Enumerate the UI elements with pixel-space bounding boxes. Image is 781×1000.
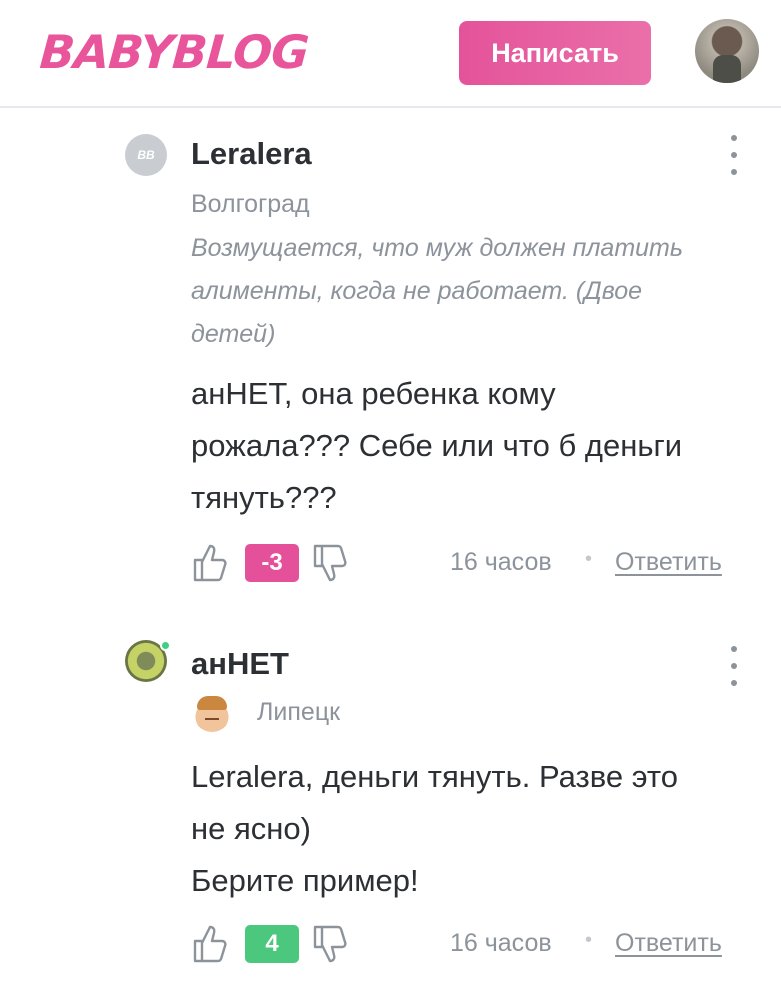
reply-link[interactable]: Ответить (615, 548, 722, 577)
comment-score: -3 (245, 544, 299, 582)
comment-actions: -3 16 часов • Ответить (191, 542, 741, 586)
author-name[interactable]: Leralera (191, 136, 312, 172)
author-name[interactable]: анНЕТ (191, 646, 289, 682)
comment-actions: 4 16 часов • Ответить (191, 923, 741, 967)
comment-time: 16 часов (450, 929, 552, 957)
write-post-button[interactable]: Написать (459, 21, 651, 85)
comment-text-line: Leralera, деньги тянуть. Разве это (191, 759, 678, 794)
user-avatar[interactable] (695, 19, 759, 83)
thumb-down-icon[interactable] (311, 542, 349, 584)
comment-text: анНЕТ, она ребенка кому рожала??? Себе и… (191, 368, 751, 524)
comment-text-line: Берите пример! (191, 863, 419, 898)
separator-dot: • (585, 929, 593, 951)
boy-face-icon (193, 694, 231, 732)
author-avatar[interactable]: BB (125, 134, 167, 176)
author-status-quote: Возмущается, что муж должен платить алим… (191, 234, 684, 348)
separator-dot: • (585, 548, 593, 570)
more-vertical-icon[interactable] (724, 646, 744, 686)
comment-text-line: анНЕТ, она ребенка кому (191, 376, 556, 411)
logo[interactable]: BABYBLOG (38, 22, 311, 82)
logo-text: BABYBLOG (38, 25, 311, 79)
author-city: Волгоград (191, 190, 310, 218)
more-vertical-icon[interactable] (724, 135, 744, 175)
comment-score: 4 (245, 925, 299, 963)
comment-text-line: тянуть??? (191, 480, 337, 515)
author-city: Липецк (257, 698, 341, 726)
online-status-indicator (160, 640, 171, 651)
comment-text: Leralera, деньги тянуть. Разве это не яс… (191, 751, 751, 907)
reply-link[interactable]: Ответить (615, 929, 722, 958)
header: BABYBLOG Написать (0, 0, 781, 108)
comment-text-line: не ясно) (191, 811, 311, 846)
thumb-up-icon[interactable] (191, 542, 229, 584)
avatar-initials: BB (137, 148, 155, 162)
comment-text-line: рожала??? Себе или что б деньги (191, 428, 683, 463)
thumb-up-icon[interactable] (191, 923, 229, 965)
thumb-down-icon[interactable] (311, 923, 349, 965)
comment-time: 16 часов (450, 548, 552, 576)
